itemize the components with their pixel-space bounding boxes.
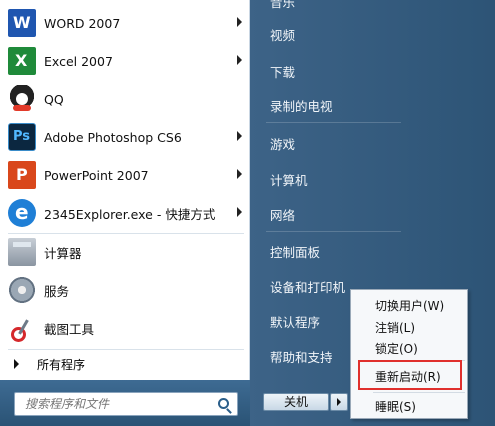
link-control-panel[interactable]: 控制面板 [270, 242, 320, 261]
divider [266, 231, 401, 232]
program-services[interactable]: 服务 [4, 273, 246, 307]
program-label: PowerPoint 2007 [44, 167, 149, 183]
link-default-programs[interactable]: 默认程序 [270, 312, 320, 331]
link-downloads[interactable]: 下载 [270, 62, 295, 81]
program-label: 服务 [44, 283, 70, 299]
link-help-support[interactable]: 帮助和支持 [270, 347, 333, 366]
submenu-arrow-icon[interactable] [237, 207, 242, 217]
start-menu-programs-pane: WORD 2007 Excel 2007 QQ Adobe Photoshop … [0, 0, 250, 426]
link-network[interactable]: 网络 [270, 205, 295, 224]
qq-icon [8, 85, 36, 113]
divider [8, 349, 244, 350]
link-games[interactable]: 游戏 [270, 134, 295, 153]
program-word[interactable]: WORD 2007 [4, 6, 246, 40]
photoshop-icon [8, 123, 36, 151]
expand-arrow-icon [14, 359, 19, 369]
link-computer[interactable]: 计算机 [270, 170, 308, 189]
word-icon [8, 9, 36, 37]
program-calculator[interactable]: 计算器 [4, 235, 246, 269]
program-excel[interactable]: Excel 2007 [4, 44, 246, 78]
submenu-arrow-icon[interactable] [237, 169, 242, 179]
shutdown-options-arrow-icon[interactable] [330, 393, 348, 411]
link-music[interactable]: 音乐 [270, 0, 295, 11]
divider [8, 233, 244, 234]
all-programs-button[interactable]: 所有程序 [8, 352, 244, 376]
program-powerpoint[interactable]: PowerPoint 2007 [4, 158, 246, 192]
program-label: Excel 2007 [44, 53, 113, 69]
search-icon[interactable] [218, 398, 229, 409]
snipping-tool-icon [8, 314, 36, 342]
browser-icon [8, 199, 36, 227]
program-snipping-tool[interactable]: 截图工具 [4, 311, 246, 345]
menu-item-sleep[interactable]: 睡眠(S) [375, 398, 416, 415]
divider [373, 392, 465, 393]
submenu-arrow-icon[interactable] [237, 17, 242, 27]
menu-item-switch-user[interactable]: 切换用户(W) [375, 297, 444, 314]
program-label: QQ [44, 91, 64, 107]
menu-item-lock[interactable]: 锁定(O) [375, 340, 418, 357]
all-programs-label: 所有程序 [37, 357, 86, 372]
program-label: WORD 2007 [44, 15, 121, 31]
power-options-menu: 切换用户(W) 注销(L) 锁定(O) 重新启动(R) 睡眠(S) [350, 289, 468, 419]
program-photoshop[interactable]: Adobe Photoshop CS6 [4, 120, 246, 154]
restart-highlight-box [358, 360, 462, 390]
program-2345explorer[interactable]: 2345Explorer.exe - 快捷方式 [4, 196, 246, 230]
program-label: 计算器 [44, 245, 82, 261]
search-box[interactable] [14, 392, 238, 416]
calculator-icon [8, 238, 36, 266]
divider [266, 122, 401, 123]
program-label: Adobe Photoshop CS6 [44, 129, 182, 145]
shutdown-button[interactable]: 关机 [263, 393, 329, 411]
link-devices-printers[interactable]: 设备和打印机 [270, 277, 345, 296]
menu-item-log-off[interactable]: 注销(L) [375, 319, 415, 336]
submenu-arrow-icon[interactable] [237, 131, 242, 141]
program-label: 2345Explorer.exe - 快捷方式 [44, 206, 216, 222]
link-videos[interactable]: 视频 [270, 25, 295, 44]
search-input[interactable] [25, 397, 210, 411]
program-label: 截图工具 [44, 321, 95, 337]
program-qq[interactable]: QQ [4, 82, 246, 116]
submenu-arrow-icon[interactable] [237, 55, 242, 65]
excel-icon [8, 47, 36, 75]
link-recorded-tv[interactable]: 录制的电视 [270, 96, 333, 115]
powerpoint-icon [8, 161, 36, 189]
services-icon [8, 276, 36, 304]
